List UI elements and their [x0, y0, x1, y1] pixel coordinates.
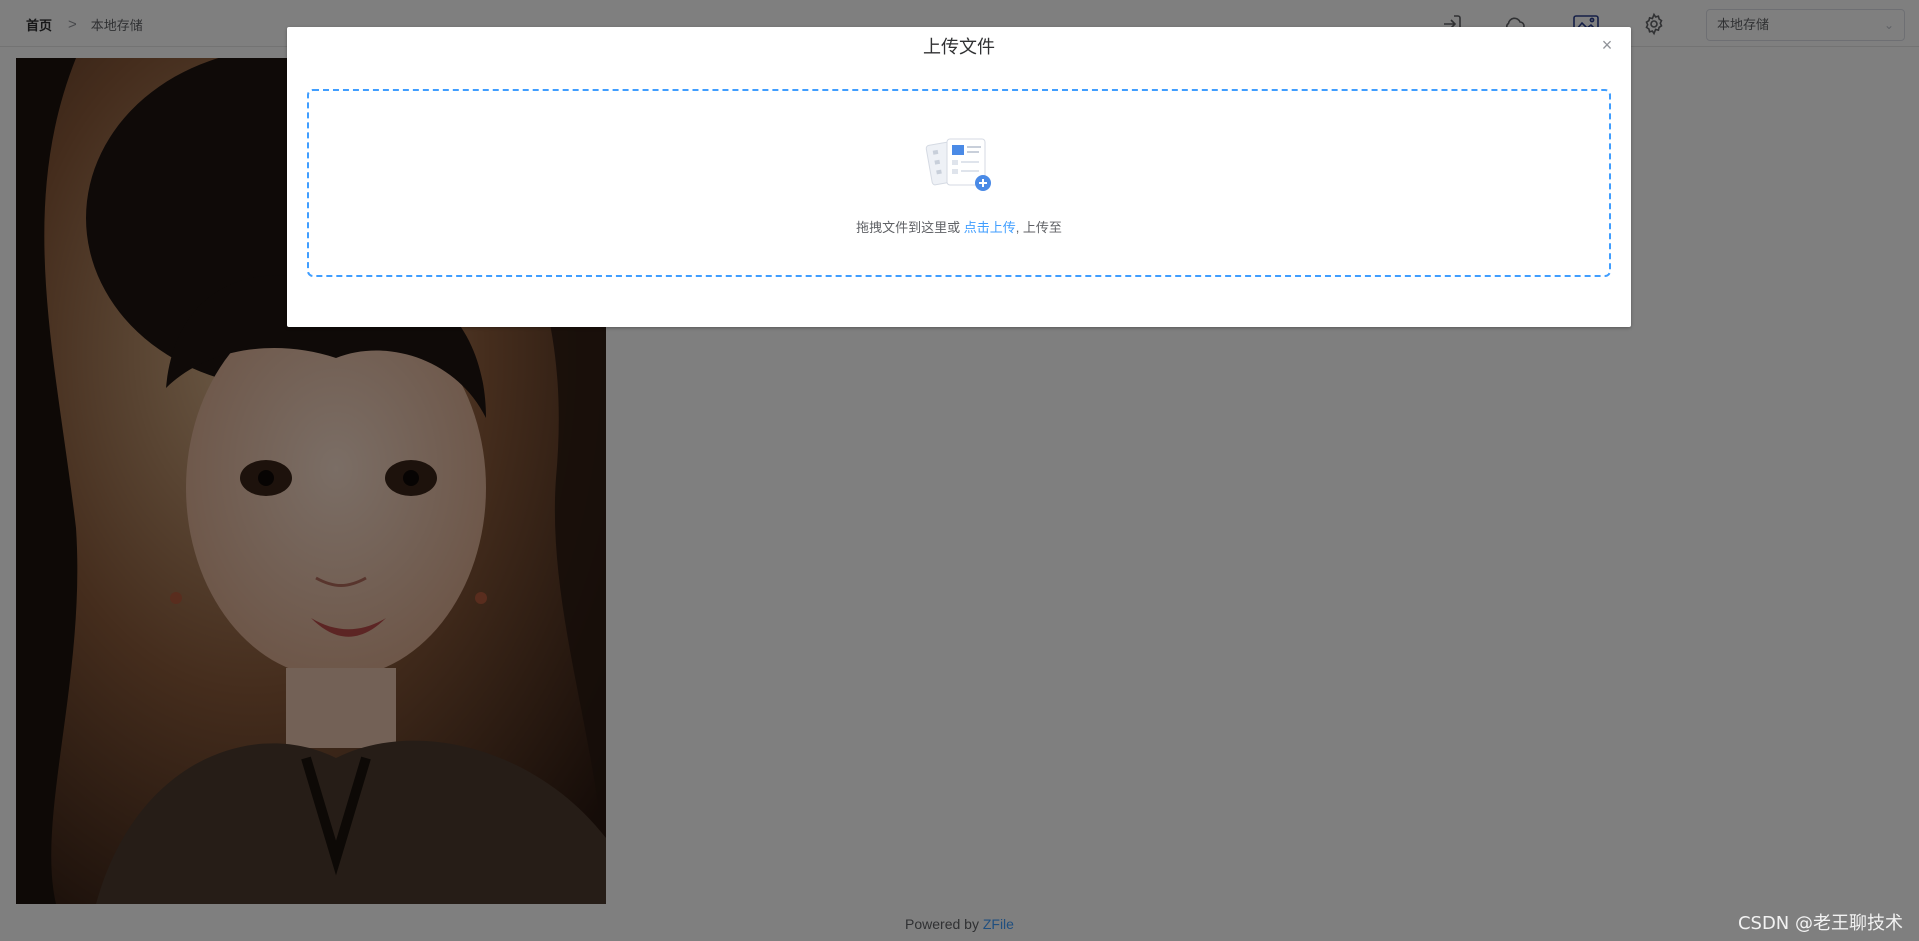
dropzone-text: 拖拽文件到这里或 点击上传, 上传至	[309, 217, 1609, 236]
dialog-title: 上传文件	[923, 37, 995, 57]
click-upload-link[interactable]: 点击上传	[964, 220, 1016, 235]
upload-file-icon	[925, 135, 995, 195]
dropzone-text-before: 拖拽文件到这里或	[856, 220, 964, 235]
upload-dialog: 上传文件 × 拖拽文件到这里或 点击上传, 上传至	[287, 27, 1631, 327]
watermark: CSDN @老王聊技术	[1737, 913, 1903, 934]
upload-dropzone[interactable]: 拖拽文件到这里或 点击上传, 上传至	[307, 89, 1611, 277]
dropzone-text-after: , 上传至	[1015, 220, 1062, 235]
close-icon[interactable]: ×	[1595, 33, 1619, 57]
